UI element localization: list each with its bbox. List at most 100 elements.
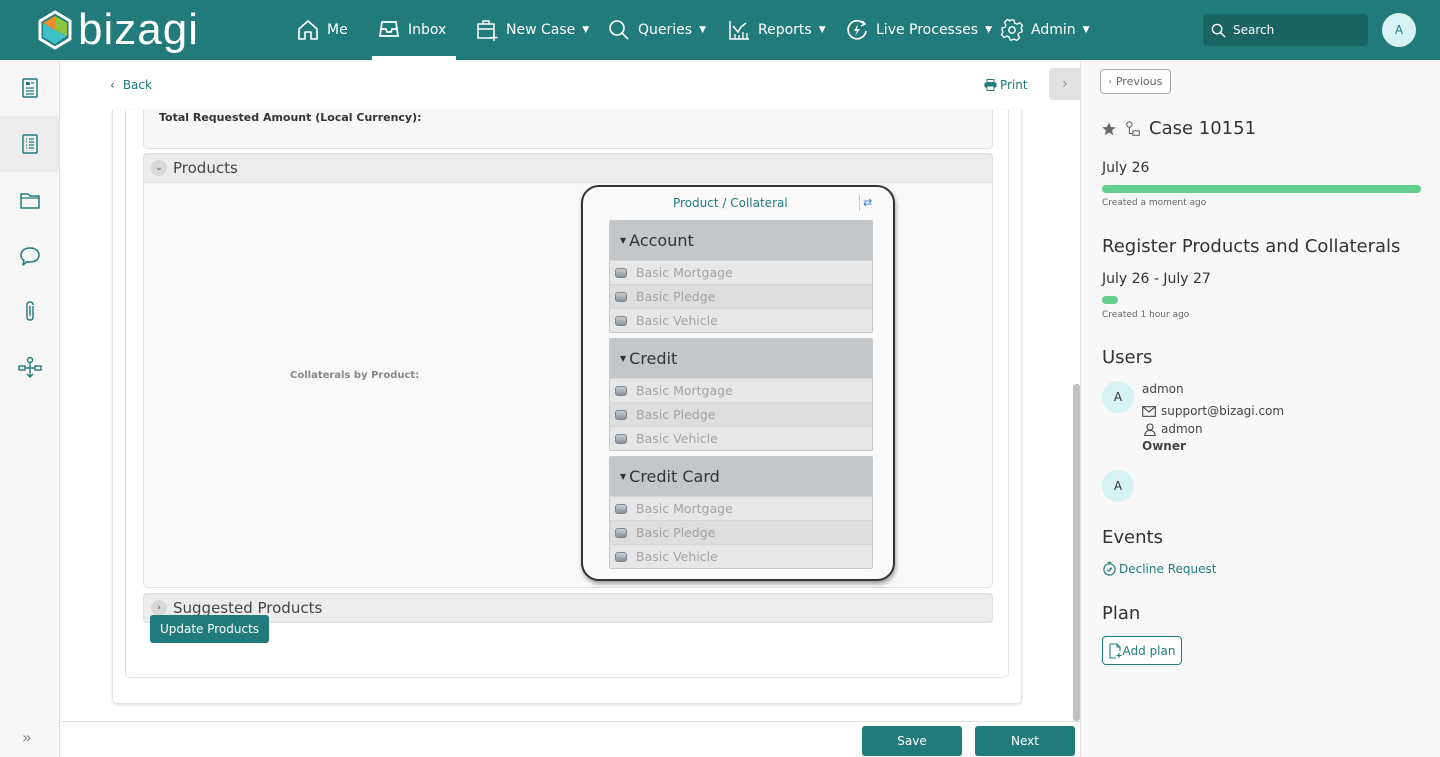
user-avatar[interactable]: A xyxy=(1382,13,1416,47)
products-group-body: Collaterals by Product: Product / Collat… xyxy=(143,183,993,588)
event-label: Decline Request xyxy=(1119,561,1217,576)
tree-leaf-label: Basic Pledge xyxy=(636,407,716,422)
event-decline-request[interactable]: Decline Request xyxy=(1102,561,1216,576)
chevron-right-icon: › xyxy=(1062,76,1068,92)
previous-button[interactable]: ‹ Previous xyxy=(1100,69,1171,94)
search-icon xyxy=(609,20,629,40)
tree-leaf[interactable]: Basic Mortgage xyxy=(610,496,872,520)
form-card: Total Requested Amount (Local Currency):… xyxy=(112,110,1022,704)
caret-down-icon: ▼ xyxy=(620,354,627,363)
nav-me-label: Me xyxy=(327,22,348,38)
tree-leaf-label: Basic Vehicle xyxy=(636,313,718,328)
comments-icon xyxy=(19,247,40,266)
users-heading: Users xyxy=(1102,347,1153,368)
nav-live-processes[interactable]: Live Processes ▼ xyxy=(845,0,992,60)
user-email: support@bizagi.com xyxy=(1142,404,1284,418)
tree-leaf[interactable]: Basic Pledge xyxy=(610,520,872,544)
tree-leaf[interactable]: Basic Vehicle xyxy=(610,544,872,568)
next-button[interactable]: Next xyxy=(975,726,1075,756)
tree-group-name: Account xyxy=(629,231,694,250)
form-section: Total Requested Amount (Local Currency):… xyxy=(125,110,1009,678)
database-icon xyxy=(615,503,627,514)
suggested-products-group-header[interactable]: › Suggested Products xyxy=(143,593,993,623)
tree-group-header[interactable]: ▼ Credit xyxy=(610,339,872,378)
tree-leaf-label: Basic Pledge xyxy=(636,525,716,540)
tree-leaf[interactable]: Basic Pledge xyxy=(610,284,872,308)
events-heading: Events xyxy=(1102,527,1163,548)
process-map-icon xyxy=(17,356,42,378)
user-avatar[interactable]: A xyxy=(1102,381,1134,413)
process-icon xyxy=(1126,120,1140,136)
tree-leaf[interactable]: Basic Vehicle xyxy=(610,426,872,450)
sidebar-item-process-map[interactable] xyxy=(0,340,59,396)
case-created-text: Created a moment ago xyxy=(1102,198,1207,208)
nav-queries-label: Queries xyxy=(638,22,693,38)
tree-leaf[interactable]: Basic Pledge xyxy=(610,402,872,426)
chevron-down-icon: ▼ xyxy=(582,25,590,35)
chevron-left-icon: ‹ xyxy=(110,78,115,92)
nav-admin[interactable]: Admin ▼ xyxy=(1000,0,1090,60)
back-link[interactable]: ‹ Back xyxy=(110,78,152,92)
nav-queries[interactable]: Queries ▼ xyxy=(607,0,706,60)
timer-icon xyxy=(1103,561,1116,576)
chevron-down-icon: ▼ xyxy=(1082,25,1090,35)
star-icon[interactable] xyxy=(1101,121,1117,137)
sidebar-item-attachments[interactable] xyxy=(0,284,59,340)
nav-admin-label: Admin xyxy=(1031,22,1076,38)
person-icon xyxy=(1144,422,1156,436)
expand-sidebar-icon[interactable]: » xyxy=(22,728,32,747)
sidebar-item-comments[interactable] xyxy=(0,228,59,284)
tree-title: Product / Collateral xyxy=(673,196,788,210)
search-placeholder: Search xyxy=(1233,23,1275,37)
chevron-down-icon: ⌄ xyxy=(151,160,167,176)
task-dates: July 26 - July 27 xyxy=(1102,271,1211,287)
tree-group-account: ▼ Account Basic Mortgage Basic Pledge Bas… xyxy=(609,220,873,333)
tree-leaf[interactable]: Basic Vehicle xyxy=(610,308,872,332)
gear-icon xyxy=(1000,18,1024,42)
update-products-button[interactable]: Update Products xyxy=(150,615,269,643)
nav-new-case[interactable]: New Case ▼ xyxy=(475,0,589,60)
collapse-panel-button[interactable]: › xyxy=(1049,68,1080,100)
database-icon xyxy=(615,385,627,396)
chevron-down-icon: ▼ xyxy=(818,25,826,35)
nav-reports[interactable]: Reports ▼ xyxy=(727,0,826,60)
add-plan-button[interactable]: Add plan xyxy=(1102,636,1182,665)
tree-group-header[interactable]: ▼ Account xyxy=(610,221,872,260)
task-created-text: Created 1 hour ago xyxy=(1102,310,1190,320)
print-link[interactable]: Print xyxy=(984,78,1028,92)
tree-leaf-label: Basic Pledge xyxy=(636,289,716,304)
global-search-input[interactable]: Search xyxy=(1203,14,1368,46)
user-email-text: support@bizagi.com xyxy=(1161,404,1285,418)
user-name: admon xyxy=(1142,382,1184,396)
caret-down-icon: ▼ xyxy=(620,472,627,481)
products-group-title: Products xyxy=(173,159,238,177)
database-icon xyxy=(615,291,627,302)
sidebar-item-form[interactable] xyxy=(0,60,59,116)
total-amount-box: Total Requested Amount (Local Currency): xyxy=(143,110,993,149)
user-avatar[interactable]: A xyxy=(1102,470,1134,502)
nav-inbox[interactable]: Inbox xyxy=(372,0,456,60)
swap-icon[interactable]: ⇄ xyxy=(859,195,872,211)
tree-leaf[interactable]: Basic Mortgage xyxy=(610,260,872,284)
main-scrollbar[interactable] xyxy=(1073,384,1080,721)
bizagi-logo[interactable]: bizagi xyxy=(38,6,199,54)
tree-group-credit: ▼ Credit Basic Mortgage Basic Pledge Basi… xyxy=(609,338,873,451)
sidebar-item-tasks[interactable] xyxy=(0,116,59,172)
envelope-icon xyxy=(1142,405,1156,417)
printer-icon xyxy=(984,79,997,91)
action-footer: Save Next xyxy=(60,721,1080,757)
tree-group-header[interactable]: ▼ Credit Card xyxy=(610,457,872,496)
nav-live-processes-label: Live Processes xyxy=(876,22,979,38)
database-icon xyxy=(615,315,627,326)
database-icon xyxy=(615,409,627,420)
top-nav-bar: bizagi Me Inbox New Case ▼ Queries ▼ Rep… xyxy=(0,0,1440,60)
case-progress-bar xyxy=(1102,185,1421,193)
tree-leaf[interactable]: Basic Mortgage xyxy=(610,378,872,402)
save-button[interactable]: Save xyxy=(862,726,962,756)
tree-leaf-label: Basic Vehicle xyxy=(636,549,718,564)
sidebar-item-folder[interactable] xyxy=(0,172,59,228)
nav-me[interactable]: Me xyxy=(296,0,348,60)
task-title: Register Products and Collaterals xyxy=(1102,236,1401,257)
chevron-left-icon: ‹ xyxy=(1108,77,1112,86)
products-group-header[interactable]: ⌄ Products xyxy=(143,153,993,183)
